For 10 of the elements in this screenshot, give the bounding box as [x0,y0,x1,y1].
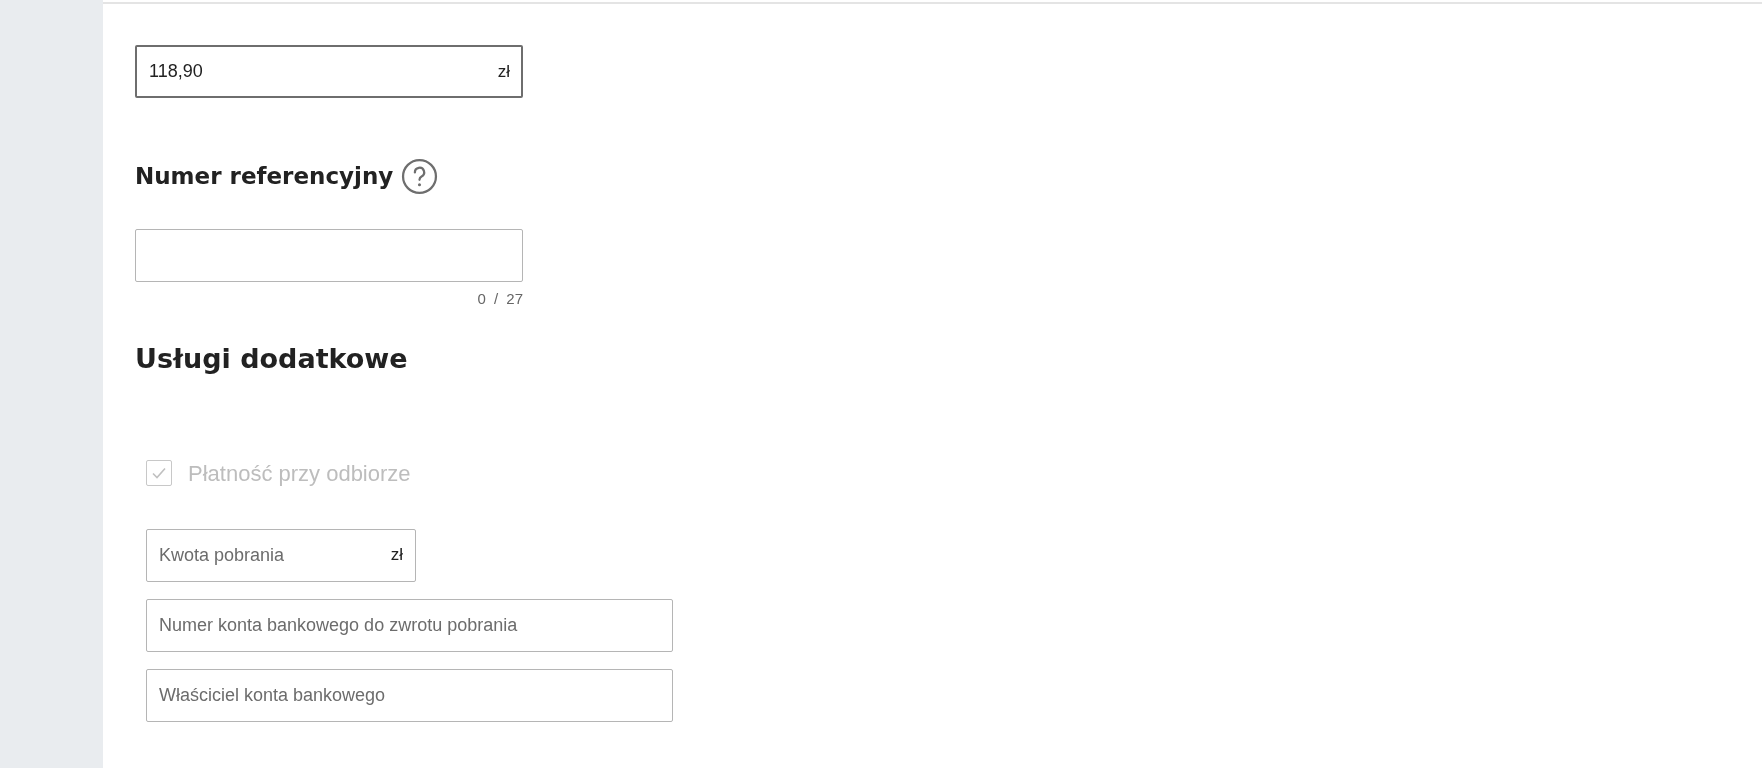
checkbox-label: Płatność przy odbiorze [188,459,411,488]
help-icon[interactable] [401,158,439,195]
text-field[interactable]: Właściciel konta bankowego [146,668,673,722]
field-label: Numer referencyjny [135,162,394,191]
text-field[interactable]: Numer konta bankowego do zwrotu pobrania [146,598,673,652]
section-title: Usługi dodatkowe [135,342,409,375]
currency-suffix: zł [497,60,510,83]
text-field[interactable] [135,229,523,282]
character-counter: 0 / 27 [477,289,523,309]
currency-suffix: zł [390,544,403,567]
